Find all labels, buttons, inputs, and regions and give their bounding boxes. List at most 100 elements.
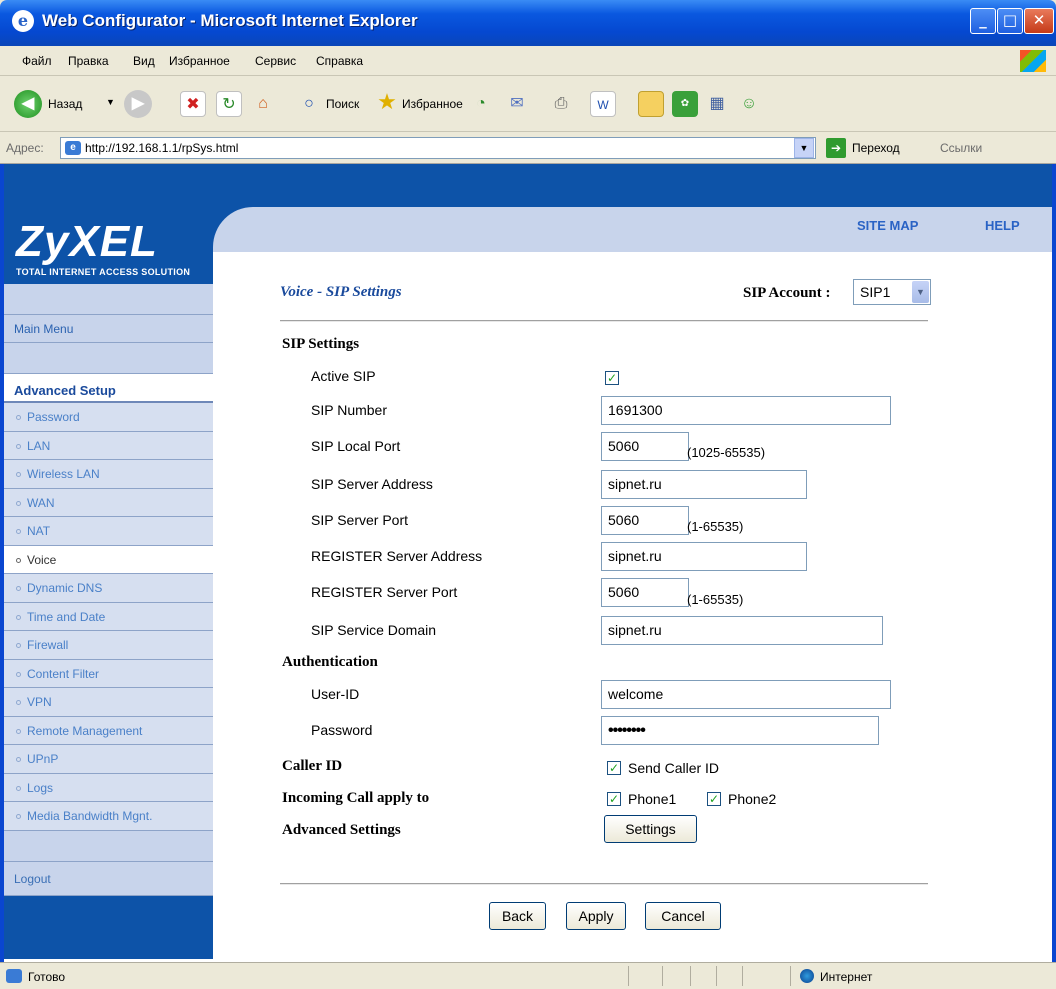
- favorites-star-icon[interactable]: ★: [374, 89, 400, 115]
- server-address-label: SIP Server Address: [311, 476, 433, 492]
- folder-icon[interactable]: [638, 91, 664, 117]
- forward-arrow-icon[interactable]: ▶: [124, 90, 152, 118]
- address-bar: Адрес: e http://192.168.1.1/rpSys.html ▼…: [0, 132, 1056, 164]
- mail-icon[interactable]: ✉: [504, 91, 530, 117]
- help-link[interactable]: HELP: [985, 218, 1020, 233]
- history-icon[interactable]: ◔: [468, 91, 494, 117]
- phone2-checkbox[interactable]: ✓: [707, 792, 721, 806]
- nav-item-logs[interactable]: Logs: [4, 773, 213, 802]
- nav-item-upnp[interactable]: UPnP: [4, 745, 213, 774]
- nav-item-media-bandwidth[interactable]: Media Bandwidth Mgnt.: [4, 802, 213, 831]
- maximize-button[interactable]: □: [997, 8, 1023, 34]
- web-page: ZyXEL TOTAL INTERNET ACCESS SOLUTION SIT…: [0, 164, 1056, 962]
- nav-item-wan[interactable]: WAN: [4, 488, 213, 517]
- bullet-icon: [16, 586, 21, 592]
- nav-main-menu[interactable]: Main Menu: [4, 315, 213, 343]
- menu-view[interactable]: Вид: [133, 54, 155, 68]
- print-icon[interactable]: ⎙: [548, 91, 574, 117]
- phone2-label: Phone2: [728, 791, 777, 807]
- menu-favorites[interactable]: Избранное: [169, 54, 230, 68]
- status-divider: [716, 966, 717, 986]
- logo-tagline: TOTAL INTERNET ACCESS SOLUTION: [16, 267, 191, 277]
- nav-logout[interactable]: Logout: [4, 861, 213, 896]
- home-icon[interactable]: ⌂: [250, 91, 276, 117]
- site-map-link[interactable]: SITE MAP: [857, 218, 918, 233]
- send-caller-id-checkbox[interactable]: ✓: [607, 761, 621, 775]
- service-domain-input[interactable]: sipnet.ru: [601, 616, 883, 645]
- server-port-input[interactable]: 5060: [601, 506, 689, 535]
- address-url[interactable]: http://192.168.1.1/rpSys.html: [85, 141, 238, 155]
- password-input[interactable]: ••••••••: [601, 716, 879, 745]
- favorites-label[interactable]: Избранное: [402, 97, 463, 111]
- research-icon[interactable]: ▦: [704, 91, 730, 117]
- nav-item-wireless-lan[interactable]: Wireless LAN: [4, 460, 213, 489]
- contacts-icon[interactable]: ☺: [736, 91, 762, 117]
- status-divider: [662, 966, 663, 986]
- search-label[interactable]: Поиск: [326, 97, 359, 111]
- window-titlebar: e Web Configurator - Microsoft Internet …: [0, 0, 1056, 46]
- server-address-input[interactable]: sipnet.ru: [601, 470, 807, 499]
- user-id-input[interactable]: welcome: [601, 680, 891, 709]
- menu-edit[interactable]: Правка: [68, 54, 109, 68]
- nav-spacer: [4, 343, 213, 374]
- page-icon: e: [65, 141, 81, 155]
- messenger-icon[interactable]: ✿: [672, 91, 698, 117]
- bullet-icon: [16, 415, 21, 421]
- phone1-checkbox[interactable]: ✓: [607, 792, 621, 806]
- close-button[interactable]: ✕: [1024, 8, 1054, 34]
- sip-number-label: SIP Number: [311, 402, 387, 418]
- address-input[interactable]: e http://192.168.1.1/rpSys.html: [60, 137, 816, 159]
- nav-advanced-setup[interactable]: Advanced Setup: [4, 374, 213, 403]
- local-port-input[interactable]: 5060: [601, 432, 689, 461]
- nav-item-content-filter[interactable]: Content Filter: [4, 659, 213, 688]
- nav-spacer: [4, 830, 213, 862]
- nav-item-remote-management[interactable]: Remote Management: [4, 716, 213, 745]
- edit-word-icon[interactable]: W: [590, 91, 616, 117]
- cancel-button[interactable]: Cancel: [645, 902, 721, 930]
- menu-help[interactable]: Справка: [316, 54, 363, 68]
- user-id-label: User-ID: [311, 686, 360, 702]
- back-button[interactable]: Back: [489, 902, 546, 930]
- nav-item-lan[interactable]: LAN: [4, 431, 213, 460]
- register-address-input[interactable]: sipnet.ru: [601, 542, 807, 571]
- address-dropdown-icon[interactable]: ▼: [794, 138, 814, 158]
- bullet-icon: [16, 814, 21, 820]
- status-bar: Готово Интернет: [0, 962, 1056, 989]
- bullet-icon: [16, 785, 21, 791]
- sip-number-input[interactable]: 1691300: [601, 396, 891, 425]
- settings-button[interactable]: Settings: [604, 815, 697, 843]
- phone1-label: Phone1: [628, 791, 677, 807]
- nav-item-nat[interactable]: NAT: [4, 517, 213, 546]
- search-icon[interactable]: ○: [296, 91, 322, 117]
- refresh-icon[interactable]: ↻: [216, 91, 242, 117]
- nav-item-password[interactable]: Password: [4, 403, 213, 432]
- advanced-settings-label: Advanced Settings: [282, 822, 401, 838]
- minimize-button[interactable]: _: [970, 8, 996, 34]
- nav-item-dynamic-dns[interactable]: Dynamic DNS: [4, 574, 213, 603]
- back-label[interactable]: Назад: [48, 97, 82, 111]
- nav-item-voice[interactable]: Voice: [4, 545, 213, 574]
- bullet-icon: [16, 557, 21, 563]
- status-divider: [742, 966, 743, 986]
- apply-button[interactable]: Apply: [566, 902, 626, 930]
- go-arrow-icon[interactable]: ➔: [826, 138, 846, 158]
- bullet-icon: [16, 500, 21, 506]
- register-port-input[interactable]: 5060: [601, 578, 689, 607]
- back-dropdown-icon[interactable]: ▼: [106, 97, 115, 107]
- main-content: Voice - SIP Settings SIP Account : SIP1 …: [213, 252, 1052, 959]
- nav-item-firewall[interactable]: Firewall: [4, 631, 213, 660]
- back-arrow-icon[interactable]: ◀: [14, 90, 42, 118]
- nav-item-time-and-date[interactable]: Time and Date: [4, 602, 213, 631]
- menu-tools[interactable]: Сервис: [255, 54, 296, 68]
- internet-zone-icon: [800, 969, 814, 983]
- address-label: Адрес:: [6, 141, 44, 155]
- go-button[interactable]: Переход: [852, 141, 900, 155]
- sip-account-select[interactable]: SIP1 ▼: [853, 279, 931, 305]
- chevron-down-icon[interactable]: ▼: [912, 281, 929, 303]
- active-sip-checkbox[interactable]: ✓: [605, 371, 619, 385]
- menu-file[interactable]: Файл: [22, 54, 52, 68]
- menu-bar: Файл Правка Вид Избранное Сервис Справка: [0, 46, 1056, 76]
- stop-icon[interactable]: ✖: [180, 91, 206, 117]
- links-label[interactable]: Ссылки: [940, 141, 982, 155]
- nav-item-vpn[interactable]: VPN: [4, 688, 213, 717]
